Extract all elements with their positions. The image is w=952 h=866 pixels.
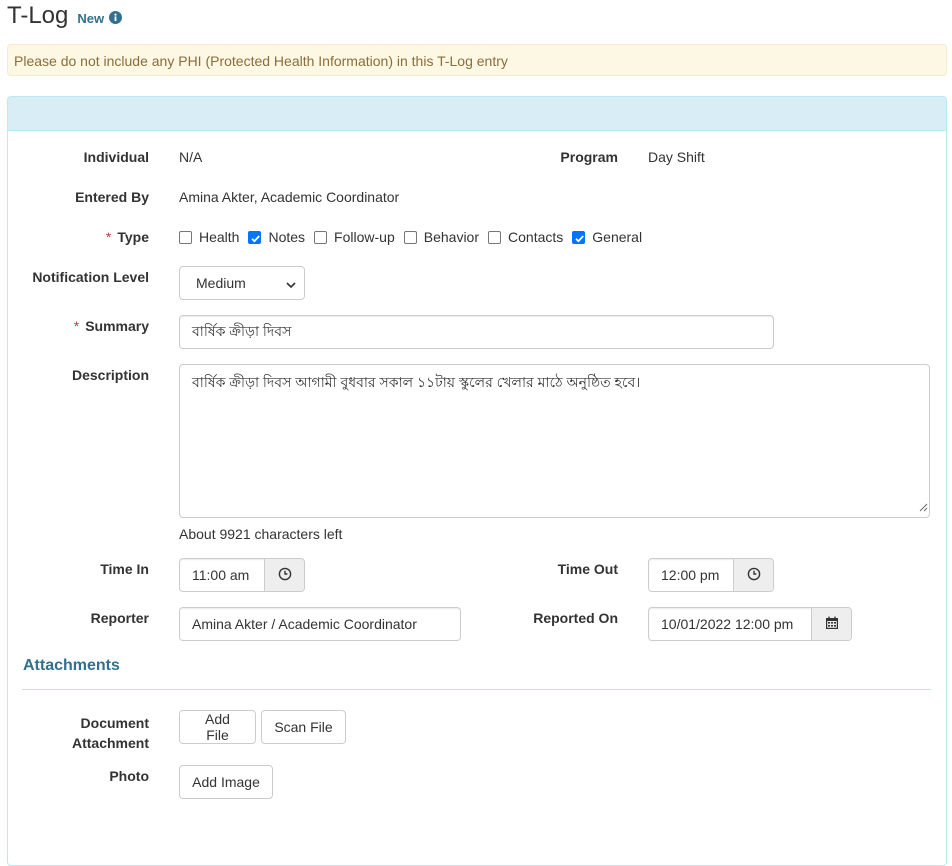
time-out-value: 12:00 pm <box>661 567 720 583</box>
required-mark: * <box>73 318 80 334</box>
description-label: Description <box>71 367 149 383</box>
info-icon[interactable] <box>109 3 123 24</box>
type-checkbox-group: Health Notes Follow-up Behavior Contacts… <box>179 229 651 245</box>
attachments-heading: Attachments <box>23 657 120 674</box>
entered-by-label: Entered By <box>75 189 149 205</box>
document-attachment-label-line1: Document <box>80 715 149 731</box>
type-contacts-checkbox[interactable]: Contacts <box>488 229 563 245</box>
type-general-checkbox[interactable]: General <box>572 229 642 245</box>
time-out-picker-button[interactable] <box>733 559 773 591</box>
type-label-text: Type <box>117 229 149 245</box>
program-value: Day Shift <box>648 149 705 165</box>
entered-by-value: Amina Akter, Academic Coordinator <box>179 189 400 205</box>
checkbox-box[interactable] <box>314 230 328 244</box>
panel-heading <box>8 97 946 131</box>
summary-label-text: Summary <box>85 318 149 334</box>
add-image-button[interactable]: Add Image <box>179 765 273 799</box>
required-mark: * <box>105 229 112 245</box>
type-label: * Type <box>20 229 149 245</box>
page-title-text: T-Log <box>7 2 69 29</box>
resize-grip-icon[interactable] <box>918 498 928 516</box>
reporter-input[interactable]: Amina Akter / Academic Coordinator <box>179 607 461 641</box>
type-health-checkbox[interactable]: Health <box>179 229 239 245</box>
time-in-label: Time In <box>100 561 149 577</box>
checkbox-box[interactable] <box>403 230 417 244</box>
checkbox-label: Follow-up <box>334 229 395 245</box>
description-textarea[interactable]: বার্ষিক ক্রীড়া দিবস আগামী বুধবার সকাল ১… <box>179 364 930 518</box>
document-attachment-label: Document Attachment <box>20 713 149 753</box>
checkbox-label: Notes <box>268 229 306 245</box>
status-badge: New <box>77 11 105 26</box>
individual-label: Individual <box>83 149 149 165</box>
checkbox-label: Behavior <box>423 229 480 245</box>
notification-level-select[interactable]: Medium <box>179 266 305 300</box>
section-divider <box>22 689 931 690</box>
calendar-icon <box>825 616 839 633</box>
summary-label: * Summary <box>20 318 149 334</box>
program-label: Program <box>560 149 618 165</box>
scan-file-button[interactable]: Scan File <box>261 710 346 744</box>
description-text: বার্ষিক ক্রীড়া দিবস আগামী বুধবার সকাল ১… <box>192 374 641 390</box>
notification-level-value: Medium <box>196 275 246 291</box>
document-attachment-label-line2: Attachment <box>71 735 149 751</box>
time-in-value: 11:00 am <box>192 567 250 583</box>
type-notes-checkbox[interactable]: Notes <box>248 229 305 245</box>
characters-left-counter: About 9921 characters left <box>179 526 343 542</box>
time-in-picker-button[interactable] <box>264 559 304 591</box>
notification-level-label: Notification Level <box>32 269 149 285</box>
checkbox-box-checked[interactable] <box>248 230 262 244</box>
checkbox-box[interactable] <box>488 230 502 244</box>
add-file-button[interactable]: Add File <box>179 710 256 744</box>
clock-icon <box>747 567 761 584</box>
time-out-input[interactable]: 12:00 pm <box>648 558 774 592</box>
reporter-label: Reporter <box>90 610 149 626</box>
type-follow-up-checkbox[interactable]: Follow-up <box>314 229 395 245</box>
reported-on-label: Reported On <box>533 610 618 626</box>
checkbox-box[interactable] <box>179 230 192 244</box>
page-title: T-Log New <box>7 2 123 30</box>
individual-value: N/A <box>179 149 203 165</box>
photo-label: Photo <box>109 768 149 784</box>
chevron-down-icon <box>285 278 297 294</box>
reported-on-input[interactable]: 10/01/2022 12:00 pm <box>648 607 852 641</box>
time-in-input[interactable]: 11:00 am <box>179 558 305 592</box>
type-behavior-checkbox[interactable]: Behavior <box>403 229 480 245</box>
clock-icon <box>278 567 292 584</box>
phi-warning-alert: Please do not include any PHI (Protected… <box>7 44 947 76</box>
reported-on-picker-button[interactable] <box>811 608 851 640</box>
time-out-label: Time Out <box>557 561 618 577</box>
checkbox-label: Contacts <box>508 229 564 245</box>
checkbox-box-checked[interactable] <box>572 230 586 244</box>
reported-on-value: 10/01/2022 12:00 pm <box>661 616 794 632</box>
summary-input[interactable]: বার্ষিক ক্রীড়া দিবস <box>179 315 774 349</box>
checkbox-label: General <box>592 229 643 245</box>
checkbox-label: Health <box>199 229 240 245</box>
